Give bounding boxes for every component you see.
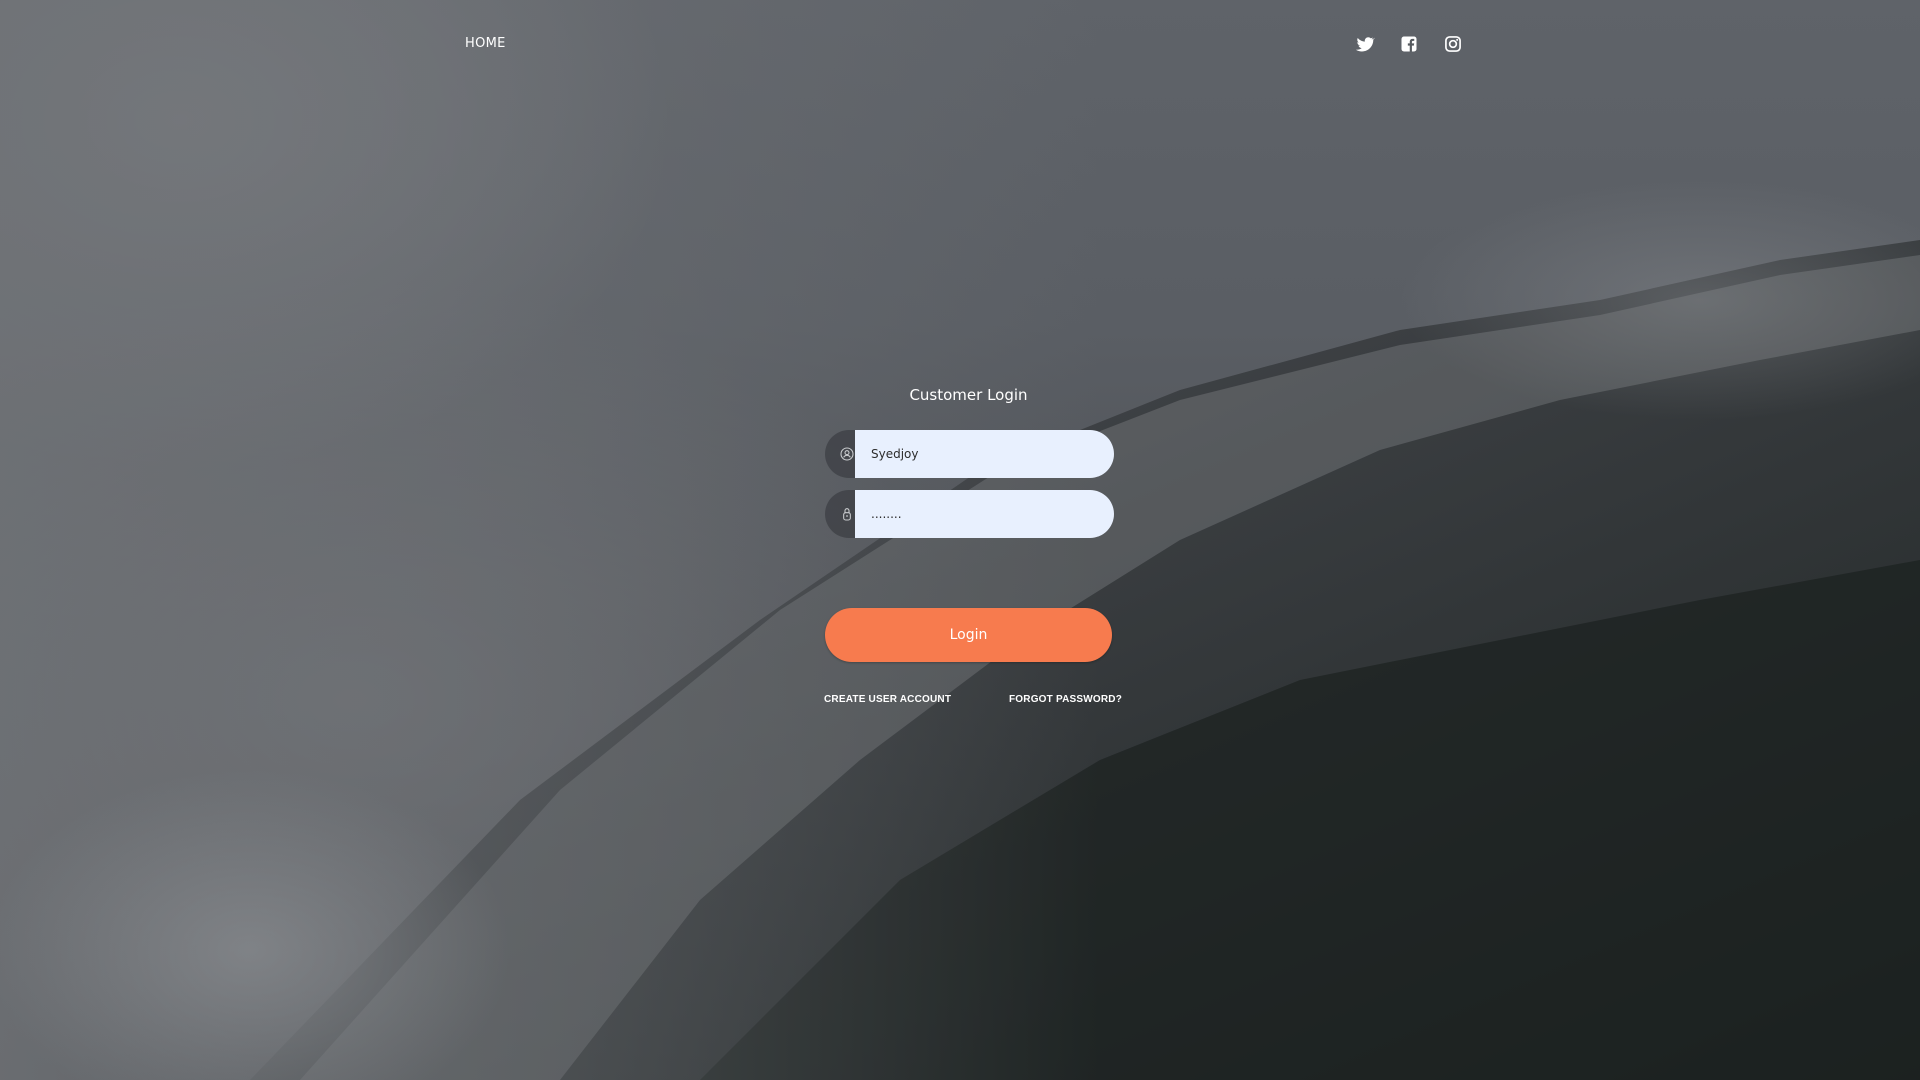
background-image [0, 0, 1920, 1080]
home-link[interactable]: HOME [465, 36, 506, 51]
forgot-password-link[interactable]: FORGOT PASSWORD? [1009, 694, 1122, 705]
twitter-icon[interactable] [1355, 34, 1375, 54]
password-field-group [825, 490, 1114, 538]
username-field-group [825, 430, 1114, 478]
facebook-icon[interactable] [1399, 34, 1419, 54]
create-user-account-link[interactable]: CREATE USER ACCOUNT [824, 694, 951, 705]
instagram-icon[interactable] [1443, 34, 1463, 54]
password-input[interactable] [855, 490, 1114, 538]
login-title: Customer Login [909, 386, 1028, 404]
login-button[interactable]: Login [825, 608, 1112, 662]
username-input[interactable] [855, 430, 1114, 478]
